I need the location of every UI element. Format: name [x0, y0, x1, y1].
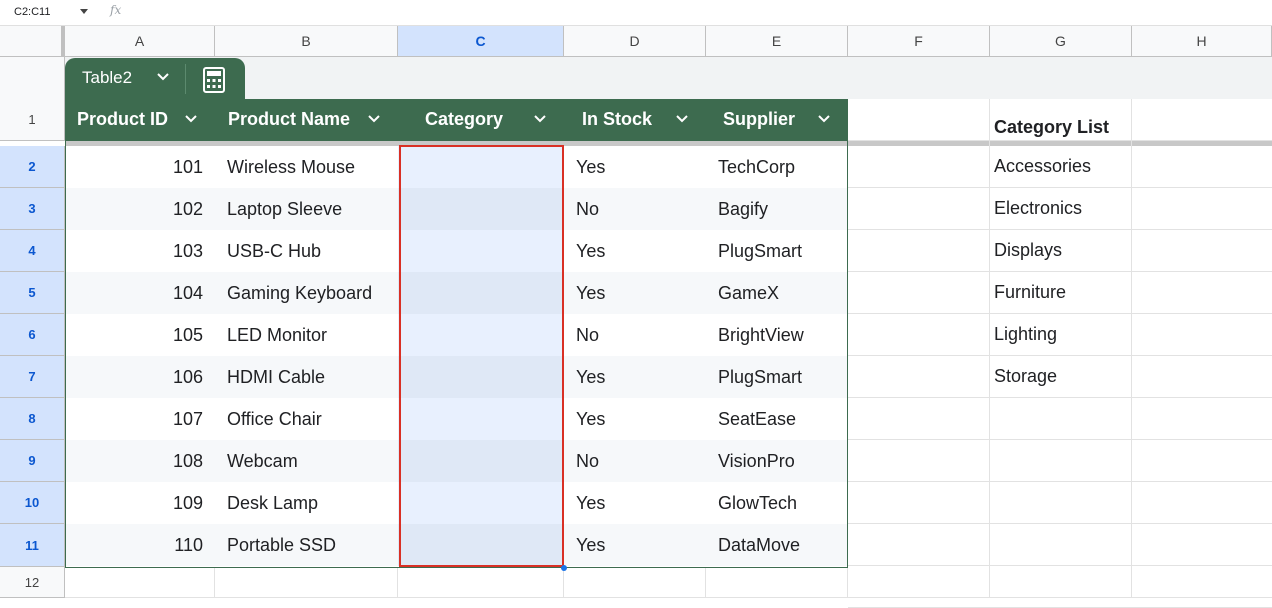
row-header-spacer [0, 57, 65, 99]
column-header-f[interactable]: F [848, 26, 990, 57]
table-name[interactable]: Table2 [82, 68, 132, 88]
selection-fill-handle[interactable] [561, 565, 567, 571]
column-header-a[interactable]: A [65, 26, 215, 57]
grid-hline [848, 439, 1272, 440]
tab-divider [185, 64, 186, 94]
column-header-e[interactable]: E [706, 26, 848, 57]
category-list-item[interactable]: Electronics [994, 198, 1082, 219]
category-list-item[interactable]: Furniture [994, 282, 1066, 303]
row-header-11[interactable]: 11 [0, 524, 65, 567]
category-list-item[interactable]: Storage [994, 366, 1057, 387]
grid-hline [848, 523, 1272, 524]
grid-vline [847, 568, 848, 598]
grid-vline [214, 568, 215, 598]
grid-vline [563, 568, 564, 598]
table-calculator-icon[interactable] [202, 67, 226, 93]
column-header-b[interactable]: B [215, 26, 398, 57]
grid-hline [848, 271, 1272, 272]
column-header-g[interactable]: G [990, 26, 1132, 57]
grid-vline [397, 568, 398, 598]
column-header-d[interactable]: D [564, 26, 706, 57]
fx-icon: fx [110, 3, 122, 17]
row-header-2[interactable]: 2 [0, 146, 65, 188]
grid-vline [1131, 99, 1132, 598]
row-header-4[interactable]: 4 [0, 230, 65, 272]
grid-hline [848, 355, 1272, 356]
row-header-5[interactable]: 5 [0, 272, 65, 314]
formula-bar [0, 0, 1272, 26]
category-list-item[interactable]: Accessories [994, 156, 1091, 177]
grid-hline [848, 481, 1272, 482]
table-tab-strip [65, 57, 1272, 99]
grid-hline [848, 313, 1272, 314]
row-header-6[interactable]: 6 [0, 314, 65, 356]
column-header-c[interactable]: C [398, 26, 564, 57]
grid-vline [989, 99, 990, 598]
category-list-title[interactable]: Category List [994, 117, 1109, 138]
grid-hline [848, 565, 1272, 566]
row-header-3[interactable]: 3 [0, 188, 65, 230]
grid-hline [848, 229, 1272, 230]
row-header-8[interactable]: 8 [0, 398, 65, 440]
select-all-corner[interactable] [0, 26, 65, 57]
grid-hline [848, 397, 1272, 398]
name-box-dropdown-icon[interactable] [80, 9, 88, 14]
column-header-h[interactable]: H [1132, 26, 1272, 57]
grid-vline [705, 568, 706, 598]
category-list-item[interactable]: Displays [994, 240, 1062, 261]
category-list-item[interactable]: Lighting [994, 324, 1057, 345]
row-header-10[interactable]: 10 [0, 482, 65, 524]
row-header-12[interactable]: 12 [0, 567, 65, 598]
grid-hline [848, 187, 1272, 188]
row-header-7[interactable]: 7 [0, 356, 65, 398]
row-header-1[interactable]: 1 [0, 99, 65, 141]
selection-range-border [399, 145, 564, 567]
table-menu-chevron-icon[interactable] [156, 72, 170, 82]
row-header-9[interactable]: 9 [0, 440, 65, 482]
